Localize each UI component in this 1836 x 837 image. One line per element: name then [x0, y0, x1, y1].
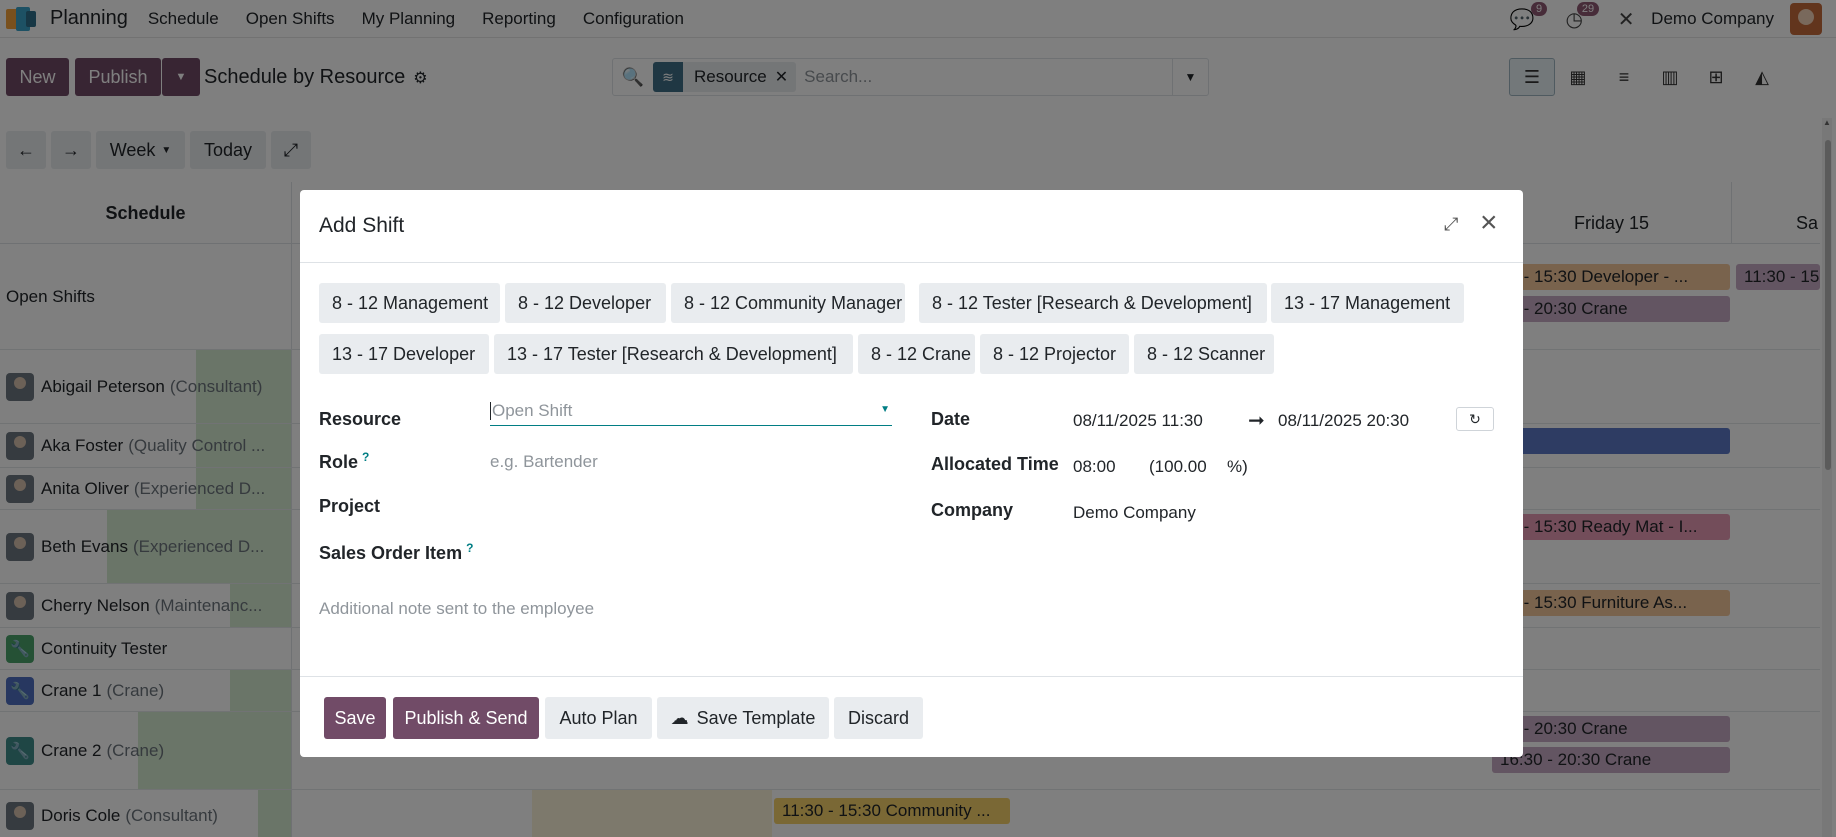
template-button[interactable]: 8 - 12 Developer [505, 283, 666, 323]
company-field[interactable]: Demo Company [1073, 503, 1196, 523]
date-end-field[interactable]: 08/11/2025 20:30 [1278, 411, 1409, 431]
refresh-icon[interactable]: ↻ [1456, 407, 1494, 431]
role-field[interactable]: e.g. Bartender [490, 452, 598, 472]
company-label: Company [931, 500, 1014, 520]
role-label-text: Role [319, 452, 359, 472]
project-label: Project [319, 496, 381, 516]
auto-plan-button[interactable]: Auto Plan [545, 697, 652, 739]
resource-field[interactable]: Open Shift ▼ [490, 398, 892, 426]
resource-placeholder: Open Shift [492, 401, 573, 420]
help-icon[interactable]: ? [466, 541, 473, 555]
template-button[interactable]: 8 - 12 Crane [858, 334, 975, 374]
save-template-button[interactable]: ☁ Save Template [657, 697, 829, 739]
sales-order-label-text: Sales Order Item [319, 543, 463, 563]
publish-send-button[interactable]: Publish & Send [393, 697, 539, 739]
discard-button[interactable]: Discard [834, 697, 923, 739]
dialog-footer: Save Publish & Send Auto Plan ☁ Save Temp… [300, 676, 1523, 757]
close-icon[interactable]: × [1480, 208, 1498, 238]
sales-order-label: Sales Order Item? [319, 541, 473, 564]
template-button[interactable]: 8 - 12 Community Manager [671, 283, 905, 323]
expand-icon[interactable]: ⤢ [1444, 214, 1458, 235]
cloud-upload-icon: ☁ [670, 707, 689, 728]
sales-order-field[interactable] [490, 535, 890, 563]
help-icon[interactable]: ? [362, 450, 369, 464]
text-cursor [490, 402, 491, 420]
template-button[interactable]: 8 - 12 Projector [980, 334, 1129, 374]
allocated-hours-field[interactable]: 08:00 [1073, 457, 1116, 477]
template-button[interactable]: 13 - 17 Tester [Research & Development] [494, 334, 853, 374]
role-label: Role? [319, 450, 369, 473]
add-shift-dialog: Add Shift ⤢ × 8 - 12 Management 8 - 12 D… [300, 190, 1523, 757]
save-template-label: Save Template [696, 707, 816, 728]
template-button[interactable]: 8 - 12 Management [319, 283, 500, 323]
allocated-time-label: Allocated Time [931, 454, 1059, 474]
allocated-percent-field[interactable]: (100.00 [1149, 457, 1207, 477]
dialog-header: Add Shift ⤢ × [300, 190, 1523, 263]
caret-down-icon: ▼ [880, 404, 890, 415]
template-button[interactable]: 8 - 12 Tester [Research & Development] [919, 283, 1267, 323]
dialog-title: Add Shift [319, 214, 405, 237]
template-button[interactable]: 8 - 12 Scanner [1134, 334, 1274, 374]
note-field[interactable]: Additional note sent to the employee [319, 599, 594, 619]
date-label: Date [931, 409, 971, 429]
template-button[interactable]: 13 - 17 Developer [319, 334, 489, 374]
template-button[interactable]: 13 - 17 Management [1271, 283, 1464, 323]
project-field[interactable] [490, 490, 890, 518]
arrow-right-icon: ➞ [1248, 410, 1265, 432]
save-button[interactable]: Save [324, 697, 386, 739]
date-start-field[interactable]: 08/11/2025 11:30 [1073, 411, 1203, 431]
percent-sign: %) [1227, 457, 1248, 476]
resource-label: Resource [319, 409, 402, 429]
